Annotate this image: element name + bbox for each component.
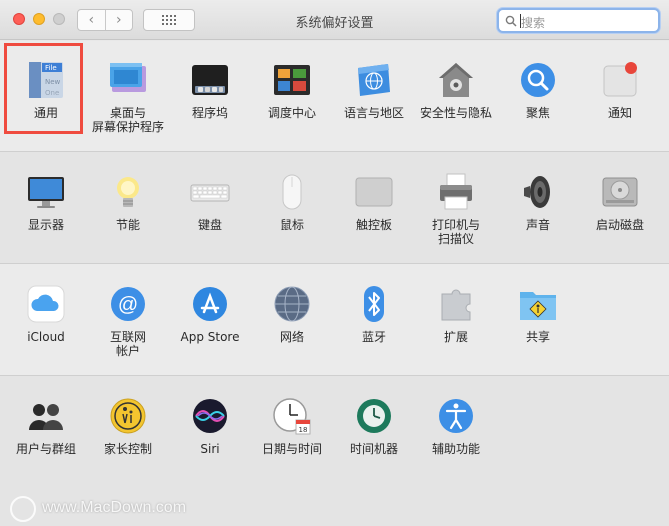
app-store-icon xyxy=(193,287,227,321)
pref-date-time[interactable]: 18 日期与时间 xyxy=(251,396,333,456)
pref-security-privacy-label: 安全性与隐私 xyxy=(419,106,492,120)
sound-icon xyxy=(524,176,550,208)
pref-accessibility-label: 辅助功能 xyxy=(431,442,480,456)
search-placeholder: 搜索 xyxy=(521,16,546,30)
mission-control-icon xyxy=(274,65,310,95)
watermark: www.MacDown.com xyxy=(0,492,240,526)
pref-date-time-label: 日期与时间 xyxy=(261,442,322,456)
dock-icon xyxy=(192,65,228,95)
trackpad-icon xyxy=(355,177,393,207)
notifications-icon xyxy=(603,62,637,97)
pref-mouse-label: 鼠标 xyxy=(279,218,304,232)
pref-energy-saver-label: 节能 xyxy=(115,218,140,232)
sharing-icon xyxy=(520,292,556,320)
mouse-icon xyxy=(282,174,302,210)
pref-bluetooth-label: 蓝牙 xyxy=(361,330,386,344)
network-icon xyxy=(274,286,310,322)
pref-icloud-label: iCloud xyxy=(27,330,65,344)
pref-mouse[interactable]: 鼠标 xyxy=(251,172,333,232)
pref-siri-label: Siri xyxy=(200,442,220,456)
watermark-text: www.MacDown.com xyxy=(42,499,187,516)
keyboard-icon xyxy=(190,184,230,202)
pref-siri[interactable]: Siri xyxy=(169,396,251,456)
internet-accounts-icon: @ xyxy=(111,287,145,321)
pref-displays[interactable]: 显示器 xyxy=(5,172,87,232)
pref-notifications[interactable]: 通知 xyxy=(579,60,661,120)
extensions-icon xyxy=(441,289,471,321)
pref-language-region[interactable]: 语言与地区 xyxy=(333,60,415,120)
pref-internet-accounts-label: 互联网 帐户 xyxy=(109,330,146,358)
pref-keyboard[interactable]: 键盘 xyxy=(169,172,251,232)
pref-desktop-screensaver-label: 桌面与 屏幕保护程序 xyxy=(91,106,164,134)
icloud-icon xyxy=(27,285,65,323)
pref-internet-accounts[interactable]: @ 互联网 帐户 xyxy=(87,284,169,358)
pref-time-machine-label: 时间机器 xyxy=(349,442,398,456)
svg-text:@: @ xyxy=(118,294,138,316)
pref-parental-controls[interactable]: 家长控制 xyxy=(87,396,169,456)
watermark-logo-icon xyxy=(10,496,36,522)
time-machine-icon xyxy=(357,399,391,433)
bluetooth-icon xyxy=(364,286,384,322)
pref-displays-label: 显示器 xyxy=(27,218,64,232)
pref-dock[interactable]: 程序坞 xyxy=(169,60,251,120)
users-groups-icon xyxy=(29,404,63,430)
pref-printers-scanners-label: 打印机与 扫描仪 xyxy=(431,218,480,246)
title-bar: ‹ › 系统偏好设置 搜索 xyxy=(0,0,669,40)
pref-language-region-label: 语言与地区 xyxy=(343,106,404,120)
calendar-day: 18 xyxy=(299,426,308,434)
startup-disk-icon xyxy=(602,177,638,207)
date-time-icon: 18 xyxy=(273,398,311,435)
search-icon xyxy=(505,15,517,27)
pref-mission-control-label: 调度中心 xyxy=(267,106,316,120)
pref-sharing[interactable]: 共享 xyxy=(497,284,579,344)
search-field[interactable]: 搜索 xyxy=(497,8,660,33)
security-privacy-icon xyxy=(439,63,473,97)
pref-startup-disk-label: 启动磁盘 xyxy=(595,218,644,232)
pref-printers-scanners[interactable]: 打印机与 扫描仪 xyxy=(415,172,497,246)
pref-desktop-screensaver[interactable]: 桌面与 屏幕保护程序 xyxy=(87,60,169,134)
pref-mission-control[interactable]: 调度中心 xyxy=(251,60,333,120)
pref-trackpad-label: 触控板 xyxy=(355,218,392,232)
pref-security-privacy[interactable]: 安全性与隐私 xyxy=(415,60,497,120)
pref-sharing-label: 共享 xyxy=(525,330,550,344)
accessibility-icon xyxy=(439,399,473,433)
pref-spotlight-label: 聚焦 xyxy=(525,106,550,120)
pref-users-groups-label: 用户与群组 xyxy=(15,442,76,456)
pref-sound[interactable]: 声音 xyxy=(497,172,579,232)
displays-icon xyxy=(28,177,64,208)
pref-network-label: 网络 xyxy=(279,330,304,344)
pref-sound-label: 声音 xyxy=(525,218,550,232)
printers-scanners-icon xyxy=(440,173,472,210)
pref-accessibility[interactable]: 辅助功能 xyxy=(415,396,497,456)
pref-extensions[interactable]: 扩展 xyxy=(415,284,497,344)
pref-notifications-label: 通知 xyxy=(607,106,632,120)
pref-energy-saver[interactable]: 节能 xyxy=(87,172,169,232)
pref-network[interactable]: 网络 xyxy=(251,284,333,344)
siri-icon xyxy=(193,399,227,433)
pref-spotlight[interactable]: 聚焦 xyxy=(497,60,579,120)
language-region-icon xyxy=(358,64,390,96)
pref-startup-disk[interactable]: 启动磁盘 xyxy=(579,172,661,232)
spotlight-icon xyxy=(521,63,555,97)
pref-app-store-label: App Store xyxy=(180,330,240,344)
pref-time-machine[interactable]: 时间机器 xyxy=(333,396,415,456)
pref-trackpad[interactable]: 触控板 xyxy=(333,172,415,232)
pref-app-store[interactable]: App Store xyxy=(169,284,251,344)
pref-icloud[interactable]: iCloud xyxy=(5,284,87,344)
pref-users-groups[interactable]: 用户与群组 xyxy=(5,396,87,456)
desktop-screensaver-icon xyxy=(110,63,146,92)
pref-parental-controls-label: 家长控制 xyxy=(103,442,152,456)
highlight-box xyxy=(4,43,83,134)
pref-dock-label: 程序坞 xyxy=(191,106,228,120)
pref-bluetooth[interactable]: 蓝牙 xyxy=(333,284,415,344)
pref-keyboard-label: 键盘 xyxy=(197,218,222,232)
energy-saver-icon xyxy=(117,177,139,207)
parental-controls-icon xyxy=(110,398,146,434)
pref-extensions-label: 扩展 xyxy=(443,330,468,344)
